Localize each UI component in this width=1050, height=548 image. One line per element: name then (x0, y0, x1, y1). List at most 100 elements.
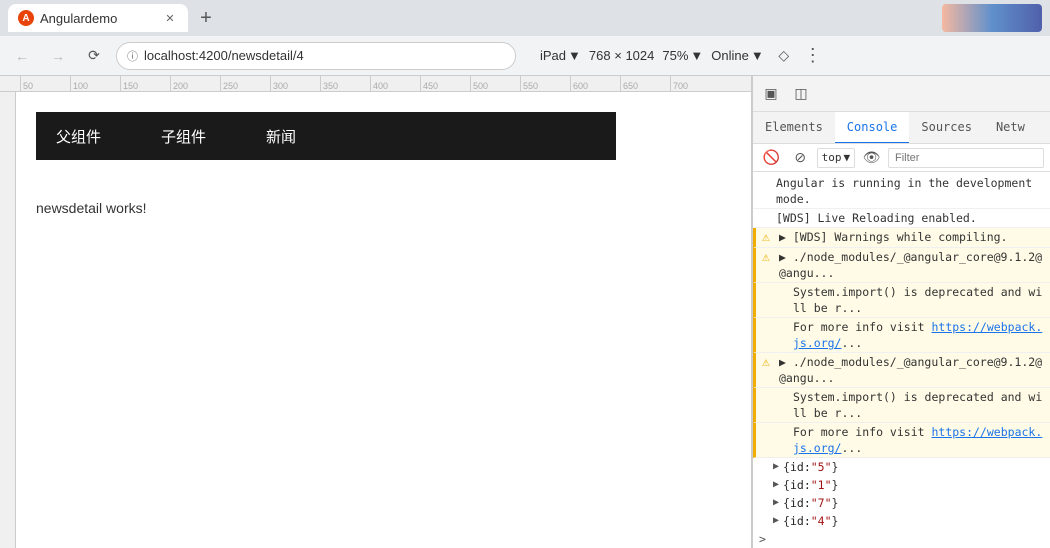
console-line: Angular is running in the development mo… (753, 174, 1050, 209)
refresh-button[interactable]: ⟳ (80, 42, 108, 70)
eye-icon-button[interactable]: 👁 (859, 144, 884, 172)
filter-input[interactable] (888, 148, 1044, 168)
no-errors-button[interactable]: ⊘ (788, 144, 813, 172)
more-options-button[interactable]: ⋮ (804, 45, 821, 66)
ruler-tick: 50 (20, 76, 70, 92)
forward-button[interactable]: → (44, 42, 72, 70)
expand-arrow[interactable]: ▶ (773, 513, 779, 529)
console-link[interactable]: https://webpack.js.org/ (793, 320, 1042, 350)
ruler-tick: 200 (170, 76, 220, 92)
expand-arrow[interactable]: ▶ (773, 495, 779, 511)
console-object: ▶ { id: "4" } (753, 512, 1050, 530)
device-toolbar-button[interactable]: ◫ (787, 80, 815, 108)
toolbar-controls: iPad ▼ 768 × 1024 75% ▼ Online ▼ ◇ ⋮ (540, 44, 821, 68)
ruler-tick: 550 (520, 76, 570, 92)
console-line-warning: ⚠ ▶ ./node_modules/_@angular_core@9.1.2@… (753, 248, 1050, 283)
clear-console-button[interactable]: 🚫 (759, 144, 784, 172)
context-dropdown-arrow: ▼ (844, 151, 851, 164)
console-text: ▶ ./node_modules/_@angular_core@9.1.2@@a… (779, 354, 1044, 386)
nav-item-news[interactable]: 新闻 (266, 126, 296, 147)
console-text: For more info visit https://webpack.js.o… (793, 424, 1044, 456)
console-line: [WDS] Live Reloading enabled. (753, 209, 1050, 228)
nav-item-parent[interactable]: 父组件 (56, 126, 101, 147)
app-body: newsdetail works! (16, 180, 751, 236)
warning-icon: ⚠ (762, 230, 776, 246)
lock-icon: ⓘ (127, 48, 138, 64)
ruler-tick: 700 (670, 76, 720, 92)
dimension-display: 768 × 1024 (589, 48, 654, 63)
console-line-warning: ⚠ ▶ ./node_modules/_@angular_core@9.1.2@… (753, 353, 1050, 388)
zoom-label: 75% (662, 48, 688, 63)
console-text: ▶ ./node_modules/_@angular_core@9.1.2@@a… (779, 249, 1044, 281)
prompt-icon: > (759, 532, 766, 546)
ruler-tick: 450 (420, 76, 470, 92)
tab-title: Angulardemo (40, 11, 117, 26)
devtools-panel: ▣ ◫ Elements Console Sources Netw 🚫 ⊘ to… (752, 76, 1050, 548)
console-text: [WDS] Live Reloading enabled. (776, 210, 1044, 226)
ruler-horizontal: 50 100 150 200 250 300 350 400 450 500 5… (0, 76, 751, 92)
tab-favicon: A (18, 10, 34, 26)
app-nav: 父组件 子组件 新闻 (36, 112, 616, 160)
ruler-tick: 150 (120, 76, 170, 92)
url-bar[interactable]: ⓘ localhost:4200/newsdetail/4 (116, 42, 516, 70)
active-tab[interactable]: A Angulardemo ✕ (8, 4, 188, 32)
device-dropdown-icon: ▼ (568, 48, 581, 63)
console-text: System.import() is deprecated and will b… (793, 389, 1044, 421)
new-tab-button[interactable]: + (192, 4, 220, 32)
device-label: iPad (540, 48, 566, 63)
console-line-warning-cont2: For more info visit https://webpack.js.o… (753, 318, 1050, 353)
page-content: 父组件 子组件 新闻 newsdetail works! (16, 92, 751, 548)
warning-icon: ⚠ (762, 355, 776, 371)
expand-arrow[interactable]: ▶ (773, 477, 779, 493)
console-object: ▶ { id: "7" } (753, 494, 1050, 512)
back-button[interactable]: ← (8, 42, 36, 70)
console-link[interactable]: https://webpack.js.org/ (793, 425, 1042, 455)
console-line-warning-cont: System.import() is deprecated and will b… (753, 283, 1050, 318)
console-text: Angular is running in the development mo… (776, 175, 1044, 207)
devtools-tabs: Elements Console Sources Netw (753, 112, 1050, 144)
tab-console[interactable]: Console (835, 112, 910, 144)
console-prompt-line[interactable]: > (753, 530, 1050, 548)
top-right-user-area (942, 4, 1042, 32)
tab-sources[interactable]: Sources (909, 112, 984, 144)
inspect-element-button[interactable]: ▣ (757, 80, 785, 108)
devtools-toolbar: ▣ ◫ (753, 76, 1050, 112)
viewport: 50 100 150 200 250 300 350 400 450 500 5… (0, 76, 752, 548)
console-line-warning-cont2: For more info visit https://webpack.js.o… (753, 423, 1050, 458)
ruler-tick: 400 (370, 76, 420, 92)
tab-network[interactable]: Netw (984, 112, 1037, 144)
online-label: Online (711, 48, 749, 63)
newsdetail-works-text: newsdetail works! (36, 200, 147, 216)
console-output[interactable]: Angular is running in the development mo… (753, 172, 1050, 548)
url-text: localhost:4200/newsdetail/4 (144, 48, 304, 63)
ruler-ticks: 50 100 150 200 250 300 350 400 450 500 5… (20, 76, 720, 92)
ruler-tick: 350 (320, 76, 370, 92)
ruler-tick: 300 (270, 76, 320, 92)
device-selector[interactable]: iPad ▼ (540, 48, 581, 63)
expand-arrow[interactable]: ▶ (773, 459, 779, 475)
tab-elements[interactable]: Elements (753, 112, 835, 144)
ruler-tick: 650 (620, 76, 670, 92)
ruler-tick: 250 (220, 76, 270, 92)
console-text: ▶ [WDS] Warnings while compiling. (779, 229, 1044, 245)
no-throttle-icon[interactable]: ◇ (772, 44, 796, 68)
console-object: ▶ { id: "5" } (753, 458, 1050, 476)
devtools-secondary-bar: 🚫 ⊘ top ▼ 👁 (753, 144, 1050, 172)
context-selector[interactable]: top ▼ (817, 148, 856, 168)
ruler-tick: 600 (570, 76, 620, 92)
console-text: For more info visit https://webpack.js.o… (793, 319, 1044, 351)
ruler-tick: 100 (70, 76, 120, 92)
zoom-selector[interactable]: 75% ▼ (662, 48, 703, 63)
tab-close-button[interactable]: ✕ (162, 10, 178, 26)
main-layout: 50 100 150 200 250 300 350 400 450 500 5… (0, 76, 1050, 548)
zoom-dropdown-icon: ▼ (690, 48, 703, 63)
warning-icon: ⚠ (762, 250, 776, 266)
ruler-vertical (0, 92, 16, 548)
context-label: top (822, 151, 842, 164)
console-line-warning: ⚠ ▶ [WDS] Warnings while compiling. (753, 228, 1050, 248)
online-dropdown-icon: ▼ (751, 48, 764, 63)
console-line-warning-cont: System.import() is deprecated and will b… (753, 388, 1050, 423)
nav-item-child[interactable]: 子组件 (161, 126, 206, 147)
ruler-tick: 500 (470, 76, 520, 92)
online-selector[interactable]: Online ▼ (711, 48, 763, 63)
